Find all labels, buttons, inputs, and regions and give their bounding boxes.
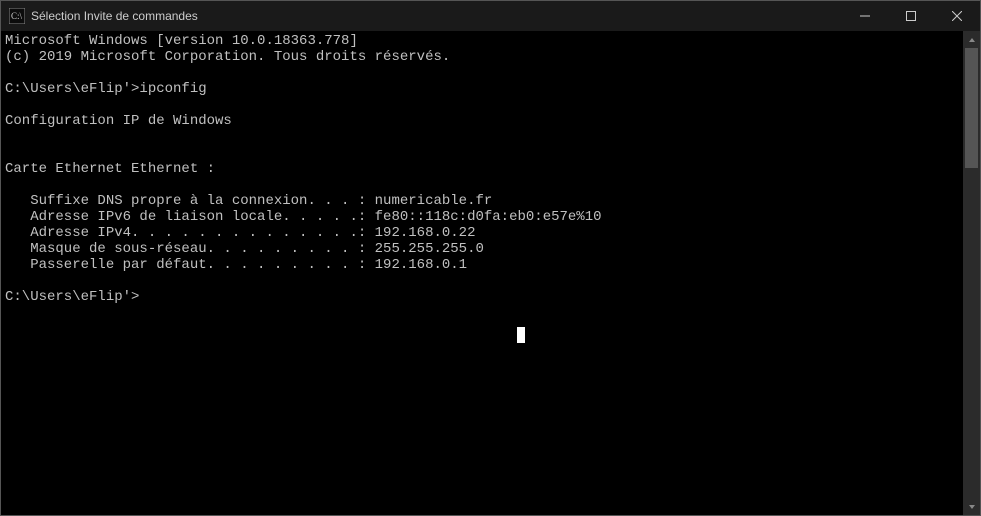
scroll-up-button[interactable] xyxy=(963,31,980,48)
vertical-scrollbar[interactable] xyxy=(963,31,980,515)
window-title: Sélection Invite de commandes xyxy=(31,9,198,23)
terminal-line xyxy=(5,177,963,193)
terminal-line: Passerelle par défaut. . . . . . . . . :… xyxy=(5,257,963,273)
text-cursor xyxy=(517,327,525,343)
svg-text:C:\: C:\ xyxy=(11,11,23,21)
terminal-line: (c) 2019 Microsoft Corporation. Tous dro… xyxy=(5,49,963,65)
terminal-line: Adresse IPv4. . . . . . . . . . . . . .:… xyxy=(5,225,963,241)
terminal-line: Configuration IP de Windows xyxy=(5,113,963,129)
terminal-line xyxy=(5,145,963,161)
terminal-line: Suffixe DNS propre à la connexion. . . :… xyxy=(5,193,963,209)
terminal-line xyxy=(5,97,963,113)
terminal-line xyxy=(5,65,963,81)
command-prompt-window: C:\ Sélection Invite de commandes Micros… xyxy=(0,0,981,516)
terminal-line: Carte Ethernet Ethernet : xyxy=(5,161,963,177)
terminal-line xyxy=(5,273,963,289)
terminal-line: C:\Users\eFlip'> xyxy=(5,289,963,305)
window-controls xyxy=(842,1,980,31)
terminal-line: Masque de sous-réseau. . . . . . . . . :… xyxy=(5,241,963,257)
terminal-output[interactable]: Microsoft Windows [version 10.0.18363.77… xyxy=(1,31,963,515)
maximize-button[interactable] xyxy=(888,1,934,31)
terminal-line xyxy=(5,129,963,145)
cmd-icon: C:\ xyxy=(9,8,25,24)
close-button[interactable] xyxy=(934,1,980,31)
terminal-line: C:\Users\eFlip'>ipconfig xyxy=(5,81,963,97)
terminal-line: Adresse IPv6 de liaison locale. . . . .:… xyxy=(5,209,963,225)
scroll-down-button[interactable] xyxy=(963,498,980,515)
titlebar[interactable]: C:\ Sélection Invite de commandes xyxy=(1,1,980,31)
client-area: Microsoft Windows [version 10.0.18363.77… xyxy=(1,31,980,515)
scroll-thumb[interactable] xyxy=(965,48,978,168)
minimize-button[interactable] xyxy=(842,1,888,31)
terminal-line: Microsoft Windows [version 10.0.18363.77… xyxy=(5,33,963,49)
